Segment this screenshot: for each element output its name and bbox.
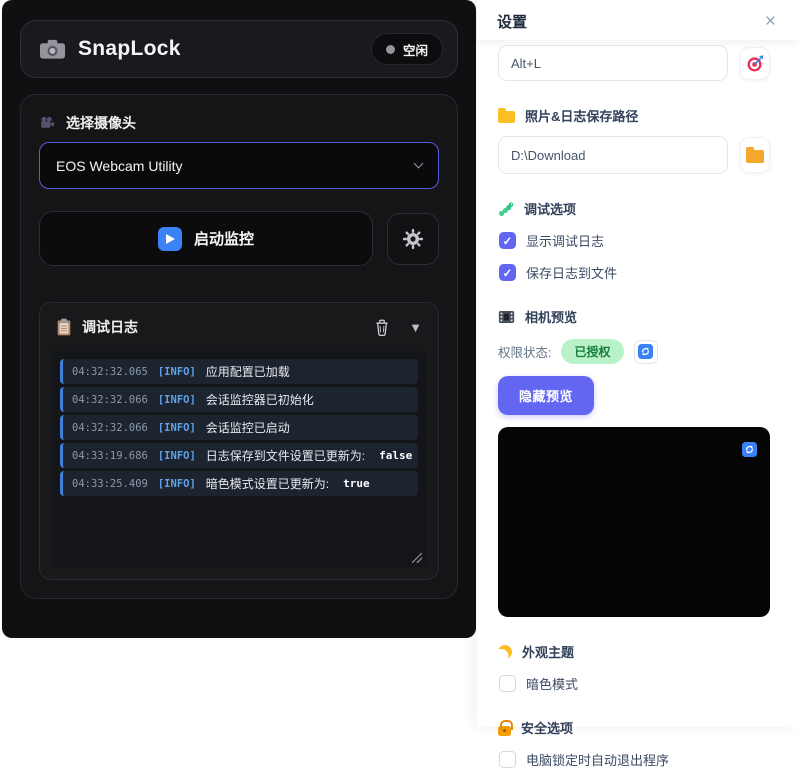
close-icon[interactable]: ×	[765, 12, 776, 31]
debug-log-title: 调试日志	[82, 317, 138, 337]
refresh-icon	[638, 344, 653, 359]
target-icon	[746, 54, 765, 73]
settings-panel: 设置 × 照片&日志保存路径	[477, 0, 800, 727]
hide-preview-button[interactable]: 隐藏预览	[498, 376, 594, 415]
log-entry: 04:33:19.686 [INFO] 日志保存到文件设置已更新为: false	[60, 443, 418, 468]
log-entry: 04:32:32.066 [INFO] 会话监控已启动	[60, 415, 418, 440]
shortcut-input[interactable]	[498, 45, 728, 81]
camera-select-value: EOS Webcam Utility	[56, 158, 183, 174]
path-section-label: 照片&日志保存路径	[498, 106, 770, 125]
browse-folder-button[interactable]	[740, 137, 770, 173]
bug-icon	[498, 201, 514, 217]
permission-status-badge: 已授权	[561, 339, 623, 364]
save-path-input[interactable]	[498, 136, 728, 174]
app-header: SnapLock 空闲	[20, 20, 458, 78]
main-card: 选择摄像头 EOS Webcam Utility 启动监控	[20, 94, 458, 599]
preview-section-label: 相机预览	[498, 307, 770, 326]
trash-icon[interactable]	[373, 318, 391, 337]
dark-mode-option: 暗色模式	[499, 674, 770, 693]
log-entry: 04:33:25.409 [INFO] 暗色模式设置已更新为: true	[60, 471, 418, 496]
camera-select[interactable]: EOS Webcam Utility	[39, 142, 439, 189]
settings-gear-button[interactable]	[387, 213, 439, 265]
auto-exit-checkbox[interactable]	[499, 751, 516, 768]
status-dot-icon	[386, 45, 395, 54]
theme-section-label: 外观主题	[498, 642, 770, 661]
film-icon	[498, 310, 515, 324]
status-badge: 空闲	[371, 33, 443, 65]
video-camera-icon	[39, 115, 56, 132]
auto-exit-option: 电脑锁定时自动退出程序	[499, 750, 770, 769]
camera-icon	[39, 38, 66, 60]
snaplock-app-window: SnapLock 空闲 选择摄像头 EOS Webcam Utilit	[2, 0, 476, 638]
collapse-caret-icon[interactable]: ▼	[409, 320, 422, 335]
capture-shortcut-button[interactable]	[740, 47, 770, 80]
save-log-to-file-checkbox[interactable]: ✓	[499, 264, 516, 281]
permission-status-label: 权限状态:	[498, 342, 551, 361]
log-output-area[interactable]: 04:32:32.065 [INFO] 应用配置已加载 04:32:32.066…	[52, 351, 426, 567]
debug-section-label: 调试选项	[498, 199, 770, 218]
gear-icon	[402, 228, 424, 250]
refresh-permission-button[interactable]	[634, 340, 658, 364]
lock-icon	[498, 726, 511, 736]
chevron-down-icon	[414, 159, 424, 169]
app-title: SnapLock	[78, 37, 181, 61]
clipboard-icon	[56, 318, 72, 337]
camera-section-label: 选择摄像头	[39, 113, 439, 133]
log-entry: 04:32:32.065 [INFO] 应用配置已加载	[60, 359, 418, 384]
dark-mode-checkbox[interactable]	[499, 675, 516, 692]
resize-handle[interactable]	[412, 553, 422, 563]
show-debug-log-checkbox[interactable]: ✓	[499, 232, 516, 249]
show-debug-log-option: ✓ 显示调试日志	[499, 231, 770, 250]
log-entry: 04:32:32.066 [INFO] 会话监控器已初始化	[60, 387, 418, 412]
play-icon	[158, 227, 182, 251]
security-section-label: 安全选项	[498, 718, 770, 737]
start-monitoring-button[interactable]: 启动监控	[39, 211, 373, 266]
folder-icon	[746, 150, 764, 163]
moon-icon	[496, 643, 513, 660]
folder-icon	[498, 111, 515, 123]
debug-log-panel: 调试日志 ▼ 04:32:32.065	[39, 302, 439, 580]
settings-title: 设置	[497, 11, 527, 32]
save-log-to-file-option: ✓ 保存日志到文件	[499, 263, 770, 282]
settings-header: 设置 ×	[477, 0, 800, 40]
switch-camera-button[interactable]	[742, 442, 757, 457]
camera-preview-area	[498, 427, 770, 617]
